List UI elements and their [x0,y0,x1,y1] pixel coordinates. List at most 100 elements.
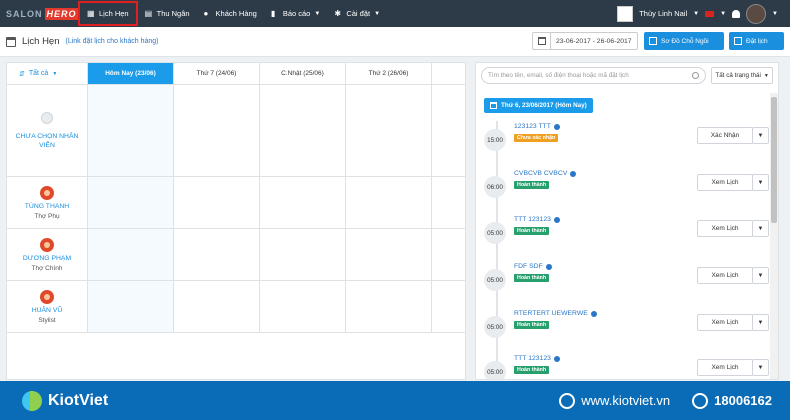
avatar [40,237,54,252]
day-header[interactable]: Thứ 7 (24/06) [174,63,260,84]
schedule-cell[interactable] [260,85,346,176]
view-schedule-button[interactable]: Xem Lịch [697,314,753,331]
chevron-down-icon[interactable]: ▼ [752,359,769,376]
info-icon[interactable] [553,216,560,223]
staff-cell[interactable]: DƯƠNG PHẠM Thợ Chính [7,229,88,280]
website-link[interactable]: www.kiotviet.vn [559,392,670,409]
info-icon[interactable] [553,355,560,362]
appointment-name[interactable]: CVBCVB CVBCV [514,170,577,177]
nav-thu-ngan[interactable]: ▤ Thu Ngân [138,0,197,27]
view-schedule-button[interactable]: Xem Lịch [697,220,753,237]
cashier-icon: ▤ [144,8,153,18]
avatar[interactable] [746,3,767,24]
status-badge: Chưa xác nhận [514,134,559,142]
chevron-down-icon: ▼ [374,10,381,17]
nav-lich-hen[interactable]: ▦ Lịch Hẹn [78,1,138,26]
chevron-down-icon[interactable]: ▼ [720,11,726,17]
day-header-today[interactable]: Hôm Nay (23/06) [88,63,174,84]
status-badge: Hoàn thành [514,321,550,329]
nav-cai-dat[interactable]: ✱ Cài đặt ▼ [327,0,387,27]
bell-icon[interactable] [732,9,741,18]
info-icon[interactable] [545,263,552,270]
day-header[interactable]: Thứ 2 (26/06) [346,63,432,84]
date-badge: Thứ 6, 23/06/2017 (Hôm Nay) [484,98,593,113]
date-range-picker[interactable]: 23-06-2017 - 26-06-2017 [532,32,638,50]
schedule-cell[interactable] [88,177,174,228]
view-schedule-button[interactable]: Xem Lịch [697,359,753,376]
info-icon[interactable] [553,123,560,130]
schedule-cell[interactable] [174,229,260,280]
appointment-name[interactable]: FDF SDF [514,263,552,270]
time-bubble: 05:00 [484,316,506,338]
chevron-down-icon[interactable]: ▼ [752,267,769,284]
chevron-down-icon[interactable]: ▼ [752,314,769,331]
schedule-cell[interactable] [346,177,432,228]
day-header[interactable]: C.Nhật (25/06) [260,63,346,84]
top-nav: SALON HERO ▦ Lịch Hẹn ▤ Thu Ngân ● Khách … [0,0,790,27]
scrollbar[interactable] [770,93,778,379]
appointment-name[interactable]: 123123 TTT [514,123,560,130]
chevron-down-icon[interactable]: ▼ [752,174,769,191]
user-name[interactable]: Thùy Linh Nail [639,9,687,18]
booking-link[interactable]: (Link đặt lịch cho khách hàng) [66,38,159,45]
scrollbar-thumb[interactable] [771,97,777,223]
view-schedule-button[interactable]: Xem Lịch [697,174,753,191]
schedule-cell[interactable] [88,229,174,280]
user-icon: ● [203,8,209,18]
appointment-item: 05:00 TTT 123123 Hoàn thành Xem Lịch ▼ [484,353,769,379]
page-header: Lịch Hẹn (Link đặt lịch cho khách hàng) … [0,27,790,57]
status-badge: Hoàn thành [514,181,550,189]
staff-filter[interactable]: ⇵ Tất cả ▼ [7,63,88,84]
language-flag-icon[interactable] [705,10,715,17]
time-bubble: 06:00 [484,176,506,198]
staff-cell[interactable]: CHƯA CHỌN NHÂN VIÊN [7,85,88,176]
info-icon[interactable] [570,170,577,177]
appointment-name[interactable]: TTT 123123 [514,355,560,362]
phone-icon [692,392,709,409]
schedule-cell[interactable] [346,229,432,280]
confirm-button[interactable]: Xác Nhận [697,127,753,144]
staff-cell[interactable]: TÙNG THANH Thợ Phụ [7,177,88,228]
status-filter-select[interactable]: Tất cả trạng thái ▼ [711,67,773,84]
schedule-cell[interactable] [260,177,346,228]
nav-bao-cao[interactable]: ▮ Báo cáo ▼ [264,0,327,27]
gear-icon: ✱ [334,8,342,18]
schedule-cell[interactable] [174,177,260,228]
salonhero-logo[interactable]: SALON HERO [0,0,79,27]
chevron-down-icon[interactable]: ▼ [752,220,769,237]
schedule-cell[interactable] [346,85,432,176]
hotline[interactable]: 18006162 [692,392,772,409]
store-avatar [617,5,634,22]
globe-icon [559,392,576,409]
chevron-down-icon[interactable]: ▼ [752,127,769,144]
time-bubble: 05:00 [484,361,506,379]
search-icon [692,72,700,79]
schedule-cell[interactable] [174,281,260,332]
view-schedule-button[interactable]: Xem Lịch [697,267,753,284]
book-appointment-button[interactable]: Đặt lịch [729,32,784,50]
schedule-cell[interactable] [346,281,432,332]
appointment-item: 05:00 TTT 123123 Hoàn thành Xem Lịch ▼ [484,214,769,250]
seat-map-button[interactable]: Sơ Đồ Chỗ Ngồi [644,32,724,50]
calendar-icon [734,37,742,45]
schedule-cell[interactable] [260,281,346,332]
appointment-name[interactable]: RTERTERT UEWERWE [514,310,597,317]
schedule-cell[interactable] [88,85,174,176]
nav-khach-hang[interactable]: ● Khách Hàng [197,0,264,27]
staff-row: DƯƠNG PHẠM Thợ Chính [7,229,465,281]
schedule-cell[interactable] [260,229,346,280]
chevron-down-icon: ▼ [52,70,58,77]
search-input[interactable]: Tìm theo tên, email, số điện thoại hoặc … [481,67,707,84]
grid-icon [649,37,657,45]
info-icon[interactable] [590,310,597,317]
chevron-down-icon[interactable]: ▼ [772,11,778,17]
schedule-cell[interactable] [174,85,260,176]
time-bubble: 15:00 [484,129,506,151]
schedule-cell[interactable] [88,281,174,332]
time-bubble: 05:00 [484,269,506,291]
appointment-item: 15:00 123123 TTT Chưa xác nhận Xác Nhận … [484,121,769,157]
appointment-name[interactable]: TTT 123123 [514,216,560,223]
chevron-down-icon[interactable]: ▼ [693,11,699,17]
staff-cell[interactable]: HUÂN VŨ Stylist [7,281,88,332]
chart-icon: ▮ [270,8,276,18]
